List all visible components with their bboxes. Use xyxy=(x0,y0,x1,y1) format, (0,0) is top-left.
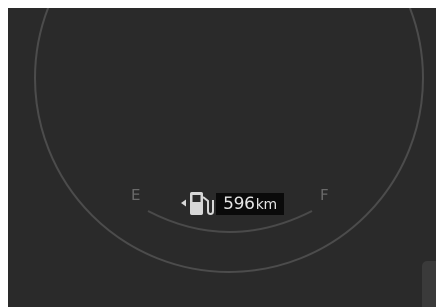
fuel-range-unit: km xyxy=(255,197,277,213)
fuel-empty-label: E xyxy=(131,186,141,204)
fuel-range-readout: 596 km xyxy=(216,193,284,215)
instrument-cluster-display: E 596 km F xyxy=(8,8,436,307)
bezel-edge xyxy=(422,261,436,307)
photo-frame: E 596 km F xyxy=(0,0,441,307)
fuel-pump-icon xyxy=(181,192,214,216)
fuel-range-value: 596 xyxy=(223,194,255,214)
gauge-dial xyxy=(34,8,424,273)
fuel-full-label: F xyxy=(320,186,329,204)
fuel-door-side-arrow-icon xyxy=(181,199,186,207)
